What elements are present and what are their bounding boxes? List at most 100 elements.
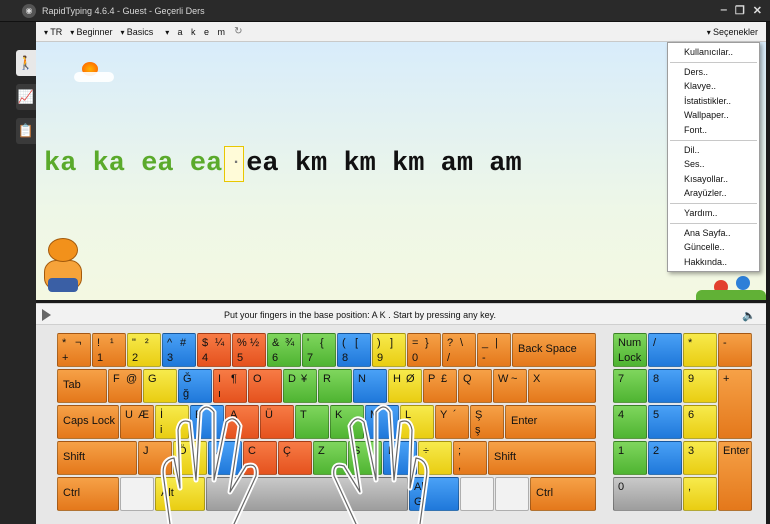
menu-item[interactable]: Wallpaper.. xyxy=(668,108,759,123)
key[interactable]: 0 xyxy=(613,477,682,511)
key[interactable]: , xyxy=(683,477,717,511)
key[interactable]: 5 xyxy=(648,405,682,439)
menu-item[interactable]: Kısayollar.. xyxy=(668,172,759,187)
menu-item[interactable]: Font.. xyxy=(668,123,759,138)
key[interactable]: J xyxy=(138,441,172,475)
key[interactable]: ' 7 { xyxy=(302,333,336,367)
key[interactable]: - xyxy=(718,333,752,367)
key[interactable]: " 2 ² xyxy=(127,333,161,367)
key[interactable]: C xyxy=(243,441,277,475)
key[interactable]: ^ 3 # xyxy=(162,333,196,367)
key[interactable]: * xyxy=(683,333,717,367)
key[interactable]: ! 1 ¹ xyxy=(92,333,126,367)
key[interactable]: Y ´ xyxy=(435,405,469,439)
key[interactable]: Num Lock xyxy=(613,333,647,367)
menu-item[interactable]: İstatistikler.. xyxy=(668,94,759,109)
key[interactable]: Enter xyxy=(718,441,752,511)
menu-item[interactable]: Güncelle.. xyxy=(668,240,759,255)
menu-item[interactable]: Klavye.. xyxy=(668,79,759,94)
key[interactable]: Shift xyxy=(57,441,137,475)
menu-item[interactable]: Ses.. xyxy=(668,157,759,172)
key[interactable]: & 6 ¾ xyxy=(267,333,301,367)
key[interactable]: A xyxy=(225,405,259,439)
menu-item[interactable]: Ders.. xyxy=(668,65,759,80)
key[interactable]: ;, xyxy=(453,441,487,475)
key[interactable]: B xyxy=(383,441,417,475)
key[interactable]: N xyxy=(353,369,387,403)
lesson-letters-dropdown[interactable]: a k e m xyxy=(165,27,228,37)
key[interactable]: ) 9] xyxy=(372,333,406,367)
key[interactable]: S xyxy=(348,441,382,475)
key[interactable]: Enter xyxy=(505,405,596,439)
key[interactable]: R xyxy=(318,369,352,403)
course-dropdown[interactable]: Basics xyxy=(121,27,154,37)
menu-item[interactable]: Ana Sayfa.. xyxy=(668,226,759,241)
key[interactable]: Ç xyxy=(278,441,312,475)
key[interactable]: HØ xyxy=(388,369,422,403)
key[interactable] xyxy=(120,477,154,511)
menu-item[interactable]: Yardım.. xyxy=(668,206,759,221)
key[interactable]: ? / \ xyxy=(442,333,476,367)
key[interactable]: ÷ xyxy=(418,441,452,475)
key[interactable]: Ctrl xyxy=(530,477,596,511)
key[interactable]: _ - | xyxy=(477,333,511,367)
key[interactable]: Ctrl xyxy=(57,477,119,511)
key[interactable]: % 5 ½ xyxy=(232,333,266,367)
key[interactable]: Ö xyxy=(173,441,207,475)
key[interactable]: 3 xyxy=(683,441,717,475)
key[interactable]: Z xyxy=(313,441,347,475)
play-icon[interactable] xyxy=(42,309,51,321)
key[interactable]: / xyxy=(648,333,682,367)
key[interactable]: 8 xyxy=(648,369,682,403)
key[interactable]: G xyxy=(143,369,177,403)
options-dropdown[interactable]: Seçenekler xyxy=(707,27,758,37)
key[interactable]: = 0} xyxy=(407,333,441,367)
key[interactable]: 1 xyxy=(613,441,647,475)
key[interactable]: $4 ¼ xyxy=(197,333,231,367)
key[interactable]: W ~ xyxy=(493,369,527,403)
key[interactable]: M xyxy=(365,405,399,439)
level-dropdown[interactable]: Beginner xyxy=(70,27,113,37)
key[interactable]: Iı ¶ xyxy=(213,369,247,403)
key[interactable]: D ¥ xyxy=(283,369,317,403)
close-button[interactable]: ✕ xyxy=(753,4,762,17)
key[interactable] xyxy=(495,477,529,511)
key[interactable]: Ğğ xyxy=(178,369,212,403)
key[interactable]: E xyxy=(190,405,224,439)
key[interactable]: F @ xyxy=(108,369,142,403)
key[interactable]: Caps Lock xyxy=(57,405,119,439)
key[interactable]: Back Space xyxy=(512,333,596,367)
key[interactable]: P £ xyxy=(423,369,457,403)
maximize-button[interactable]: ❐ xyxy=(735,4,745,17)
menu-item[interactable]: Kullanıcılar.. xyxy=(668,45,759,60)
key[interactable]: O xyxy=(248,369,282,403)
key[interactable]: Shift xyxy=(488,441,596,475)
menu-item[interactable]: Hakkında.. xyxy=(668,255,759,270)
key[interactable]: Q xyxy=(458,369,492,403)
key[interactable]: 2 xyxy=(648,441,682,475)
key[interactable]: V xyxy=(208,441,242,475)
menu-item[interactable]: Arayüzler.. xyxy=(668,186,759,201)
key[interactable]: K xyxy=(330,405,364,439)
key[interactable] xyxy=(460,477,494,511)
key[interactable]: * + ¬ xyxy=(57,333,91,367)
key[interactable]: (8 [ xyxy=(337,333,371,367)
key[interactable]: Ü xyxy=(260,405,294,439)
key[interactable]: 6 xyxy=(683,405,717,439)
key[interactable]: + xyxy=(718,369,752,439)
key[interactable]: L xyxy=(400,405,434,439)
minimize-button[interactable]: ‒ xyxy=(721,4,727,17)
person-walk-icon[interactable]: 🚶 xyxy=(16,50,36,76)
key[interactable]: UÆ xyxy=(120,405,154,439)
chart-icon[interactable]: 📈 xyxy=(16,84,36,110)
refresh-icon[interactable]: ↻ xyxy=(234,26,242,37)
key[interactable]: T xyxy=(295,405,329,439)
key[interactable]: X xyxy=(528,369,596,403)
key[interactable] xyxy=(206,477,408,511)
language-dropdown[interactable]: TR xyxy=(44,27,62,37)
sound-icon[interactable]: 🔈 xyxy=(742,309,756,322)
key[interactable]: Alt xyxy=(155,477,205,511)
menu-item[interactable]: Dil.. xyxy=(668,143,759,158)
key[interactable]: 4 xyxy=(613,405,647,439)
key[interactable]: 9 xyxy=(683,369,717,403)
